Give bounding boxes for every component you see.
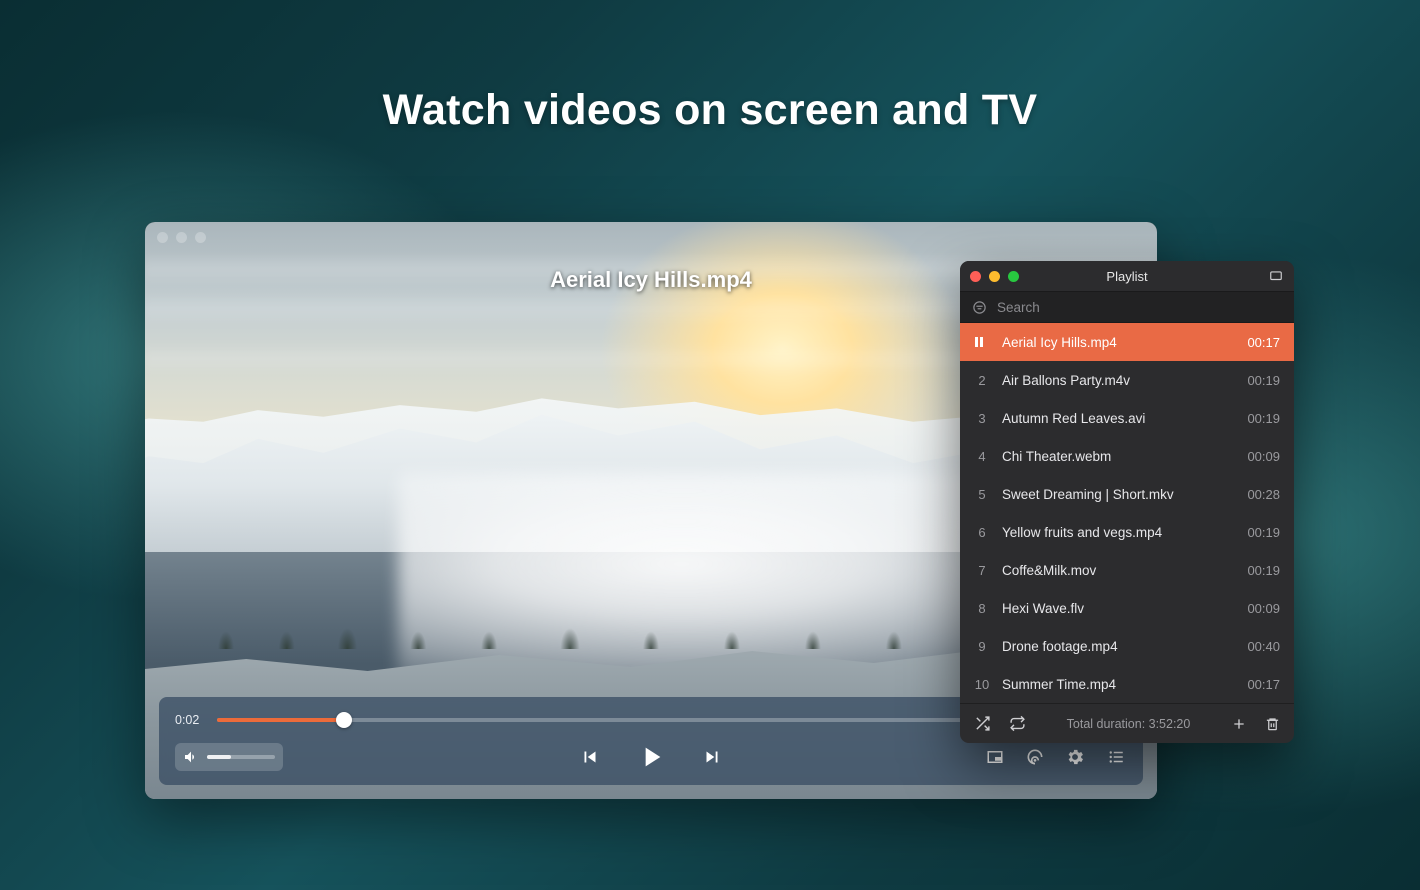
playlist-icon[interactable] [1105, 748, 1127, 766]
playlist-item-index: 5 [974, 487, 990, 502]
playlist-item-duration: 00:09 [1247, 601, 1280, 616]
airplay-icon[interactable] [1025, 747, 1045, 767]
playlist-window-title: Playlist [960, 269, 1294, 284]
playlist-item-index: 9 [974, 639, 990, 654]
playlist-item-duration: 00:28 [1247, 487, 1280, 502]
playlist-item-duration: 00:19 [1247, 373, 1280, 388]
playlist-item-title: Coffe&Milk.mov [1002, 563, 1235, 578]
playlist-item-duration: 00:17 [1247, 335, 1280, 350]
playing-icon [974, 336, 990, 348]
playlist-item[interactable]: Aerial Icy Hills.mp4 00:17 [960, 323, 1294, 361]
detach-icon[interactable] [1268, 269, 1284, 283]
repeat-icon[interactable] [1009, 715, 1026, 732]
playlist-rows: Aerial Icy Hills.mp4 00:17 2 Air Ballons Pa… [960, 323, 1294, 703]
search-input[interactable] [997, 300, 1282, 315]
play-button[interactable] [635, 741, 667, 773]
playlist-item-title: Drone footage.mp4 [1002, 639, 1235, 654]
volume-control[interactable] [175, 743, 283, 771]
playlist-item-index: 8 [974, 601, 990, 616]
settings-icon[interactable] [1065, 747, 1085, 767]
playlist-item[interactable]: 5 Sweet Dreaming | Short.mkv 00:28 [960, 475, 1294, 513]
player-traffic-lights[interactable] [157, 232, 206, 243]
playlist-footer: Total duration: 3:52:20 [960, 703, 1294, 743]
playlist-item[interactable]: 7 Coffe&Milk.mov 00:19 [960, 551, 1294, 589]
pip-icon[interactable] [985, 748, 1005, 766]
playlist-item-duration: 00:19 [1247, 563, 1280, 578]
shuffle-icon[interactable] [974, 715, 991, 732]
progress-thumb[interactable] [336, 712, 352, 728]
add-icon[interactable] [1231, 716, 1247, 732]
volume-icon [183, 749, 199, 765]
total-duration: Total duration: 3:52:20 [1044, 717, 1213, 731]
playlist-item[interactable]: 10 Summer Time.mp4 00:17 [960, 665, 1294, 703]
elapsed-time: 0:02 [175, 713, 205, 727]
playlist-item[interactable]: 8 Hexi Wave.flv 00:09 [960, 589, 1294, 627]
playlist-window: Playlist Aerial Icy Hills.mp4 00:17 2 Air B… [960, 261, 1294, 743]
playlist-item-title: Summer Time.mp4 [1002, 677, 1235, 692]
playlist-item-title: Autumn Red Leaves.avi [1002, 411, 1235, 426]
playlist-item-duration: 00:19 [1247, 525, 1280, 540]
trash-icon[interactable] [1265, 716, 1280, 732]
playlist-item[interactable]: 6 Yellow fruits and vegs.mp4 00:19 [960, 513, 1294, 551]
playlist-item-index: 4 [974, 449, 990, 464]
playlist-item-index: 3 [974, 411, 990, 426]
page-headline: Watch videos on screen and TV [0, 86, 1420, 135]
next-button[interactable] [701, 746, 723, 768]
playlist-item[interactable]: 9 Drone footage.mp4 00:40 [960, 627, 1294, 665]
playlist-item-index: 10 [974, 677, 990, 692]
playlist-item-title: Hexi Wave.flv [1002, 601, 1235, 616]
playlist-item-title: Aerial Icy Hills.mp4 [1002, 335, 1235, 350]
previous-button[interactable] [579, 746, 601, 768]
playlist-item[interactable]: 2 Air Ballons Party.m4v 00:19 [960, 361, 1294, 399]
playlist-item[interactable]: 3 Autumn Red Leaves.avi 00:19 [960, 399, 1294, 437]
playlist-item-index: 6 [974, 525, 990, 540]
playlist-item-title: Air Ballons Party.m4v [1002, 373, 1235, 388]
filter-icon[interactable] [972, 300, 987, 315]
playlist-item-duration: 00:19 [1247, 411, 1280, 426]
playlist-search [960, 291, 1294, 323]
playlist-item-duration: 00:40 [1247, 639, 1280, 654]
playlist-item-duration: 00:17 [1247, 677, 1280, 692]
playlist-item-title: Sweet Dreaming | Short.mkv [1002, 487, 1235, 502]
progress-fill [217, 718, 344, 722]
playlist-item-duration: 00:09 [1247, 449, 1280, 464]
playlist-item[interactable]: 4 Chi Theater.webm 00:09 [960, 437, 1294, 475]
playlist-item-index: 2 [974, 373, 990, 388]
player-titlebar [145, 222, 1157, 252]
playlist-item-title: Yellow fruits and vegs.mp4 [1002, 525, 1235, 540]
playlist-item-index: 7 [974, 563, 990, 578]
playlist-item-title: Chi Theater.webm [1002, 449, 1235, 464]
playlist-titlebar: Playlist [960, 261, 1294, 291]
